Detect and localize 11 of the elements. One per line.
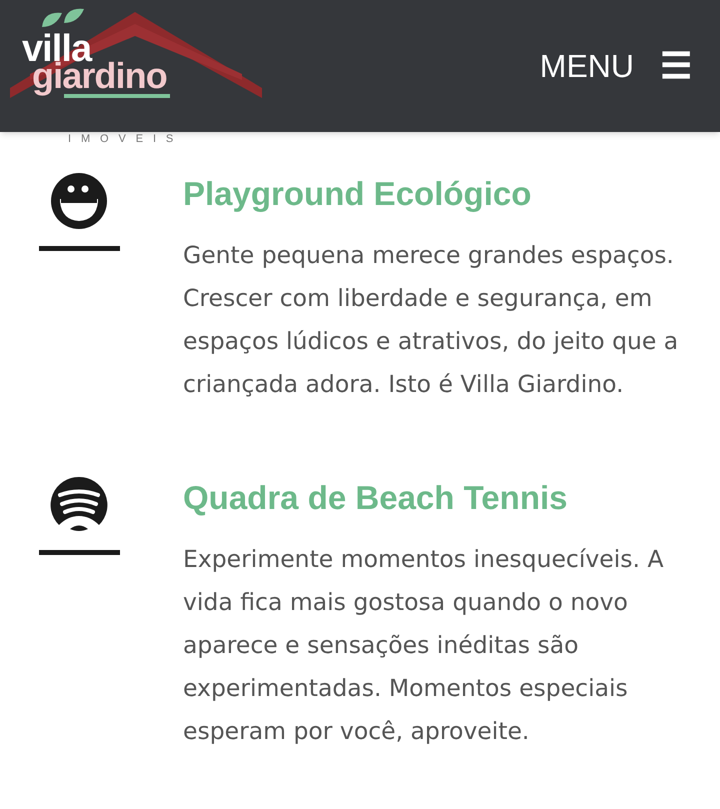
feature-title: Quadra de Beach Tennis: [183, 478, 568, 518]
smiley-icon: [50, 172, 108, 230]
menu-icon: ☰: [660, 48, 692, 84]
logo-subtitle: IMOVEIS: [68, 134, 184, 145]
menu-label: MENU: [540, 47, 634, 86]
feature-description: Experimente momentos inesquecíveis. A vida fica mais gostosa quando o novo aparece e sensações inéditas são experimentadas. Momentos especiais esperam por você, aproveite.: [183, 544, 665, 747]
feature-title: Playground Ecológico: [183, 174, 532, 214]
leaf-icon: [40, 7, 86, 29]
feature-description: Gente pequena merece grandes espaços. Crescer com liberdade e segurança, em espaços lúdicos e atrativos, do jeito que a criançada adora. Isto é Villa Giardino.: [183, 240, 680, 400]
menu-button[interactable]: MENU ☰: [540, 42, 692, 90]
wave-signal-icon: [50, 476, 108, 534]
